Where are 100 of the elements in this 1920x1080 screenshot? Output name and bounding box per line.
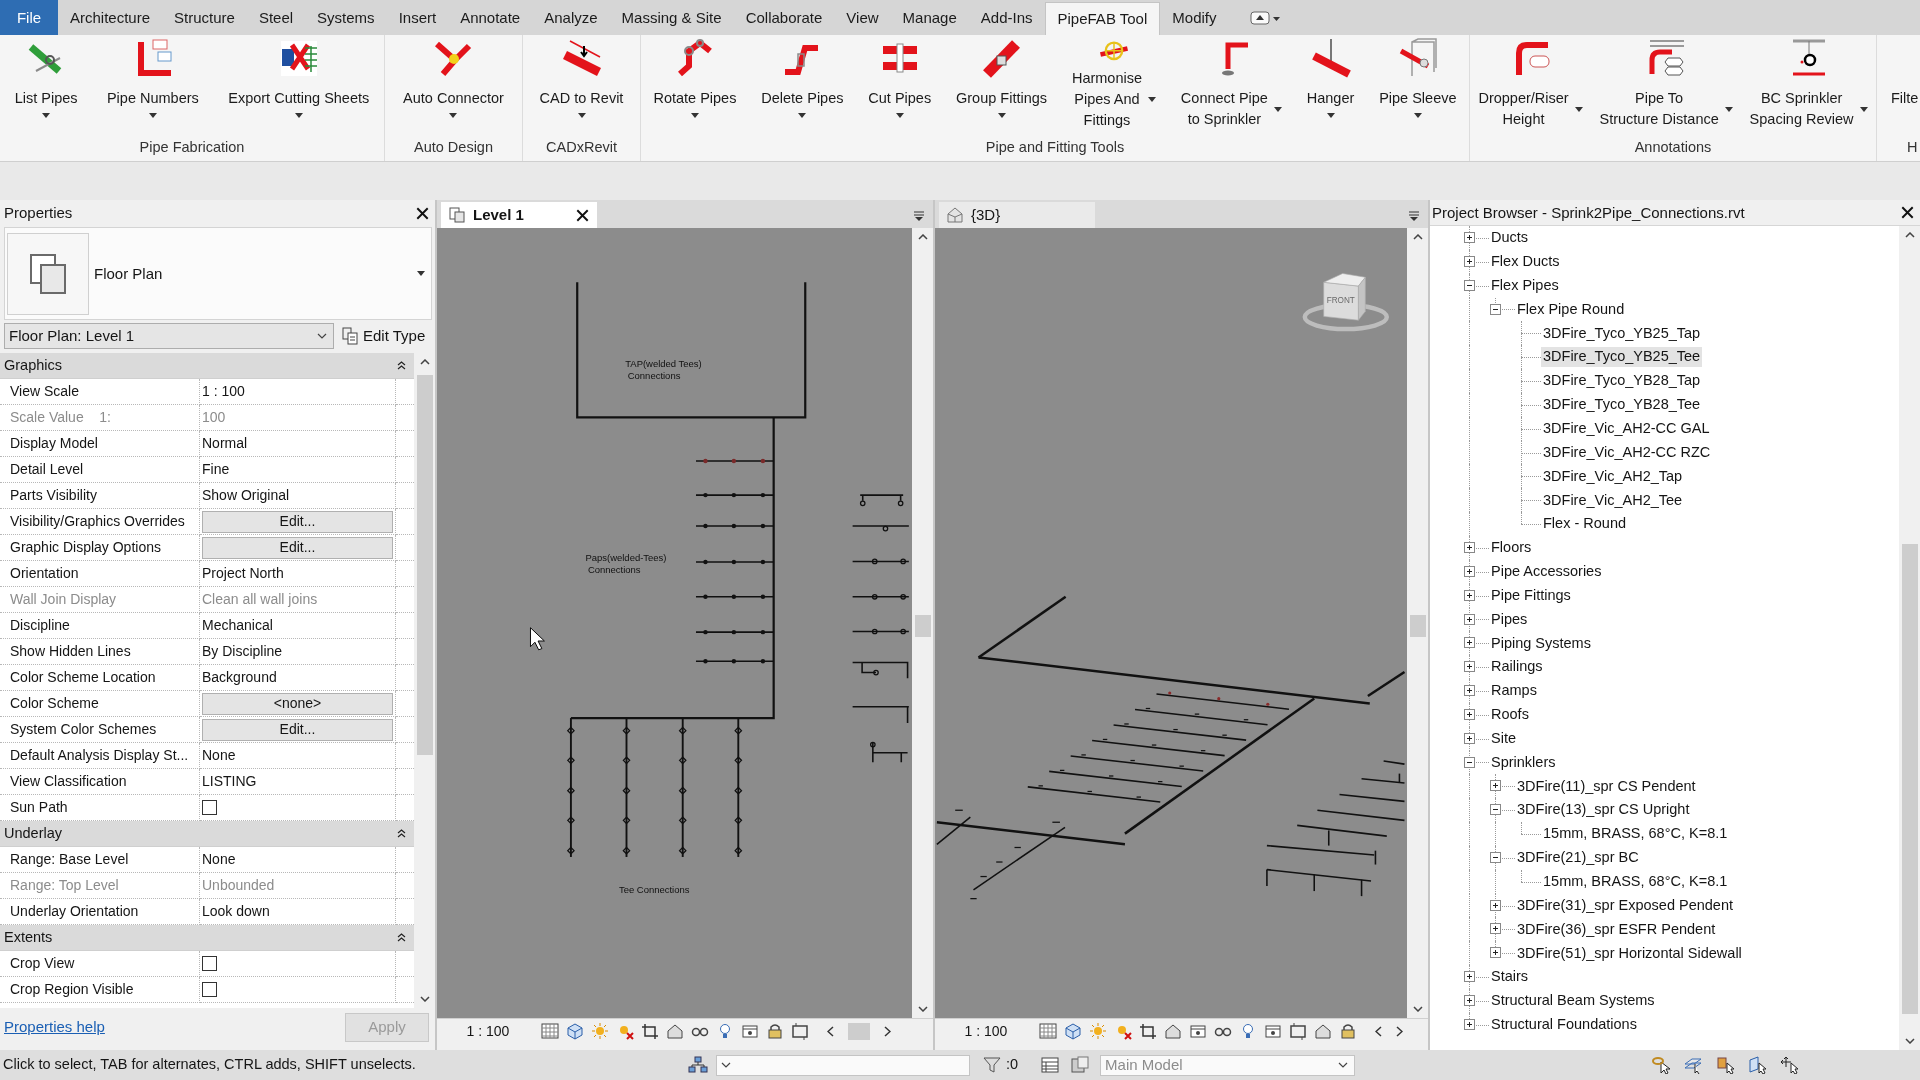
ribbon-tab[interactable]: Annotate — [448, 0, 533, 35]
expand-icon[interactable] — [1464, 708, 1475, 720]
scrollbar-thumb[interactable] — [1409, 615, 1426, 637]
tree-item[interactable]: Flex - Round — [1541, 514, 1628, 534]
tree-item[interactable]: 3DFire(51)_spr Horizontal Sidewall — [1515, 943, 1744, 963]
scrollbar-thumb[interactable] — [848, 1022, 870, 1040]
expand-icon[interactable] — [1464, 732, 1475, 744]
tree-item[interactable]: 3DFire_Vic_AH2_Tap — [1541, 466, 1685, 487]
chevron-down-icon[interactable] — [721, 1062, 731, 1068]
ribbon-button[interactable]: Filte — [1889, 38, 1920, 109]
scroll-down-icon[interactable] — [419, 996, 430, 1002]
view-scale[interactable]: 1 : 100 — [443, 1022, 533, 1040]
tree-item[interactable]: 3DFire_Vic_AH2-CC RZC — [1541, 442, 1713, 463]
tree-item[interactable]: Structural Beam Systems — [1489, 991, 1657, 1011]
tree-item[interactable]: Ducts — [1489, 228, 1531, 248]
section-header[interactable]: Extents — [0, 925, 414, 951]
scroll-up-icon[interactable] — [917, 234, 928, 240]
expand-icon[interactable] — [1490, 923, 1501, 935]
frame-icon[interactable] — [791, 1022, 809, 1040]
tree-item[interactable]: 3DFire_Tyco_YB28_Tap — [1541, 371, 1703, 391]
ribbon-button[interactable]: Pipe Numbers — [104, 38, 201, 118]
tree-item[interactable]: 3DFire(31)_spr Exposed Pendent — [1515, 895, 1735, 916]
house-icon[interactable] — [666, 1022, 684, 1040]
ribbon-tab[interactable]: Add-Ins — [968, 0, 1045, 35]
ribbon-button[interactable]: Hanger — [1304, 38, 1357, 118]
tree-item[interactable]: 3DFire_Tyco_YB25_Tap — [1541, 323, 1703, 343]
tree-item[interactable]: 3DFire_Vic_AH2-CC GAL — [1541, 418, 1712, 439]
ribbon-tab[interactable]: View — [834, 0, 891, 35]
ribbon-button[interactable]: CAD to Revit — [537, 38, 626, 118]
tree-item[interactable]: 3DFire_Tyco_YB25_Tee — [1541, 347, 1703, 367]
tree-item[interactable]: 3DFire_Tyco_YB28_Tee — [1541, 395, 1703, 415]
scrollbar-thumb[interactable] — [914, 615, 931, 637]
lock-icon[interactable] — [766, 1022, 784, 1040]
cube-icon[interactable] — [566, 1022, 584, 1040]
table-icon[interactable] — [1040, 1056, 1061, 1074]
view-scale[interactable]: 1 : 100 — [941, 1022, 1031, 1040]
property-field[interactable]: None — [200, 847, 396, 873]
tree-item[interactable]: Sprinklers — [1489, 752, 1558, 773]
expand-icon[interactable] — [1464, 541, 1475, 553]
model-icon[interactable] — [1070, 1056, 1091, 1074]
tree-item[interactable]: Pipe Fittings — [1489, 585, 1573, 606]
tree-item[interactable]: Piping Systems — [1489, 633, 1593, 653]
expand-icon[interactable] — [1464, 232, 1475, 243]
cursor-face-icon[interactable] — [1748, 1056, 1768, 1074]
property-field[interactable]: LISTING — [200, 769, 396, 795]
ribbon-tab[interactable]: Massing & Site — [609, 0, 734, 35]
tree-item[interactable]: Railings — [1489, 657, 1545, 677]
checkbox[interactable] — [202, 956, 217, 971]
house-icon[interactable] — [1164, 1022, 1182, 1040]
collapse-icon[interactable] — [1464, 756, 1475, 768]
property-field[interactable]: None — [200, 743, 396, 769]
collapse-icon[interactable] — [1490, 851, 1501, 863]
tree-item[interactable]: 3DFire_Vic_AH2_Tee — [1541, 490, 1685, 510]
scroll-down-icon[interactable] — [1412, 1006, 1423, 1012]
ribbon-button[interactable]: Rotate Pipes — [651, 38, 739, 118]
tree-item[interactable]: Stairs — [1489, 967, 1531, 987]
property-button[interactable]: Edit... — [202, 510, 393, 533]
expand-icon[interactable] — [1464, 995, 1475, 1006]
property-field[interactable]: Normal — [200, 431, 396, 457]
scroll-left-icon[interactable] — [1375, 1025, 1382, 1037]
edit-type-button[interactable]: Edit Type — [342, 327, 426, 345]
property-field[interactable]: Project North — [200, 561, 396, 587]
ribbon-button[interactable]: BC Sprinkler Spacing Review — [1747, 38, 1870, 130]
expand-icon[interactable] — [1464, 565, 1475, 577]
scroll-down-icon[interactable] — [917, 1006, 928, 1012]
ribbon-tab[interactable]: PipeFAB Tool — [1044, 2, 1161, 35]
expand-icon[interactable] — [1464, 661, 1475, 673]
checker-icon[interactable] — [541, 1022, 559, 1040]
house-icon[interactable] — [1314, 1022, 1332, 1040]
cursor-move-icon[interactable] — [1780, 1056, 1800, 1074]
collapse-icon[interactable] — [1490, 804, 1501, 816]
expand-icon[interactable] — [1490, 899, 1501, 911]
expand-icon[interactable] — [1464, 637, 1475, 649]
box-icon[interactable] — [741, 1022, 759, 1040]
expand-icon[interactable] — [1490, 780, 1501, 792]
expand-icon[interactable] — [1464, 589, 1475, 601]
cube-icon[interactable] — [1064, 1022, 1082, 1040]
scrollbar[interactable] — [1899, 226, 1920, 1050]
section-header[interactable]: Underlay — [0, 821, 414, 847]
expand-icon[interactable] — [1464, 685, 1475, 697]
tree-item[interactable]: 3DFire(21)_spr BC — [1515, 848, 1641, 868]
panel-toggle-icon[interactable] — [1250, 8, 1283, 27]
tree-item[interactable]: 3DFire(11)_spr CS Pendent — [1515, 776, 1698, 796]
close-icon[interactable] — [576, 208, 589, 222]
crop-icon[interactable] — [1139, 1022, 1157, 1040]
ribbon-button[interactable]: Pipe Sleeve — [1377, 38, 1459, 118]
ribbon-button[interactable]: List Pipes — [12, 38, 80, 118]
ribbon-button[interactable]: Export Cutting Sheets — [226, 38, 372, 118]
ribbon-button[interactable]: Connect Pipe to Sprinkler — [1178, 38, 1284, 130]
property-field[interactable]: Mechanical — [200, 613, 396, 639]
ribbon-button[interactable]: Group Fittings — [954, 38, 1050, 118]
cursor-pin-icon[interactable] — [1716, 1056, 1736, 1074]
view-dropdown[interactable]: Floor Plan: Level 1 — [4, 323, 334, 349]
checkbox[interactable] — [202, 800, 217, 815]
checker-icon[interactable] — [1039, 1022, 1057, 1040]
ribbon-button[interactable]: Harmonise Pipes And Fittings — [1069, 38, 1159, 131]
scroll-right-icon[interactable] — [884, 1025, 891, 1037]
dropdown-icon[interactable] — [1408, 210, 1420, 222]
tree-item[interactable]: Flex Ducts — [1489, 252, 1562, 272]
tree-item[interactable]: Ramps — [1489, 681, 1539, 701]
